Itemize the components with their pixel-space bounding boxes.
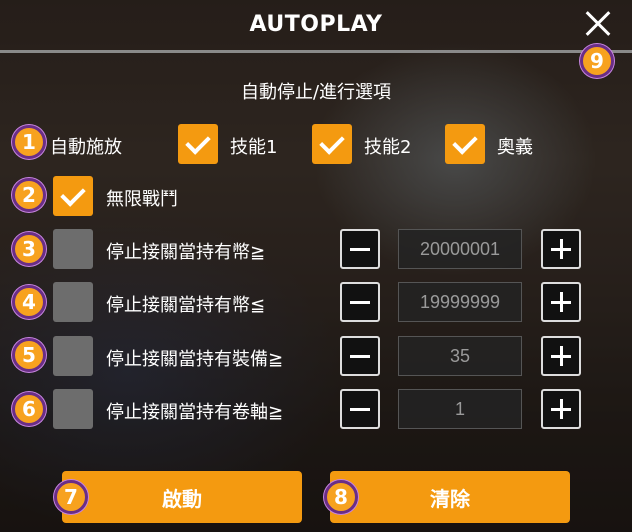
stop-scroll-input[interactable]: 1 <box>398 389 522 429</box>
skill1-checkbox[interactable] <box>178 124 218 164</box>
badge-1: 1 <box>12 125 46 159</box>
stop-equipment-input[interactable]: 35 <box>398 336 522 376</box>
stop-scroll-checkbox[interactable] <box>53 389 93 429</box>
close-icon[interactable] <box>580 6 616 42</box>
start-button[interactable]: 啟動 <box>62 471 302 523</box>
skill2-checkbox[interactable] <box>312 124 352 164</box>
stop-equipment-label: 停止接關當持有裝備≧ <box>106 349 284 370</box>
stop-coin-ge-input[interactable]: 20000001 <box>398 229 522 269</box>
section-subtitle: 自動停止/進行選項 <box>240 82 392 103</box>
badge-6: 6 <box>12 392 46 426</box>
badge-4: 4 <box>12 285 46 319</box>
auto-skill-label: 自動施放 <box>50 137 122 158</box>
infinite-battle-checkbox[interactable] <box>53 176 93 216</box>
badge-7: 7 <box>54 480 88 514</box>
ultimate-checkbox[interactable] <box>445 124 485 164</box>
stop-coin-ge-minus-button[interactable] <box>340 229 380 269</box>
stop-coin-le-label: 停止接關當持有幣≦ <box>106 295 266 316</box>
infinite-battle-label: 無限戰鬥 <box>106 189 178 210</box>
stop-coin-ge-checkbox[interactable] <box>53 229 93 269</box>
ultimate-label: 奧義 <box>497 137 533 158</box>
badge-5: 5 <box>12 338 46 372</box>
stop-coin-le-input[interactable]: 19999999 <box>398 282 522 322</box>
stop-equipment-minus-button[interactable] <box>340 336 380 376</box>
page-title: AUTOPLAY <box>249 12 383 37</box>
skill2-label: 技能2 <box>364 137 412 158</box>
stop-coin-le-plus-button[interactable] <box>541 282 581 322</box>
badge-8: 8 <box>324 480 358 514</box>
stop-coin-le-minus-button[interactable] <box>340 282 380 322</box>
stop-equipment-checkbox[interactable] <box>53 336 93 376</box>
stop-scroll-label: 停止接關當持有卷軸≧ <box>106 402 284 423</box>
skill1-label: 技能1 <box>230 137 278 158</box>
stop-scroll-plus-button[interactable] <box>541 389 581 429</box>
clear-button-label: 清除 <box>430 486 470 511</box>
stop-coin-le-checkbox[interactable] <box>53 282 93 322</box>
stop-equipment-plus-button[interactable] <box>541 336 581 376</box>
stop-scroll-minus-button[interactable] <box>340 389 380 429</box>
title-divider <box>0 50 632 53</box>
badge-9: 9 <box>580 44 614 78</box>
clear-button[interactable]: 清除 <box>330 471 570 523</box>
stop-coin-ge-label: 停止接關當持有幣≧ <box>106 242 266 263</box>
stop-coin-ge-plus-button[interactable] <box>541 229 581 269</box>
badge-3: 3 <box>12 232 46 266</box>
badge-2: 2 <box>12 178 46 212</box>
start-button-label: 啟動 <box>162 486 202 511</box>
